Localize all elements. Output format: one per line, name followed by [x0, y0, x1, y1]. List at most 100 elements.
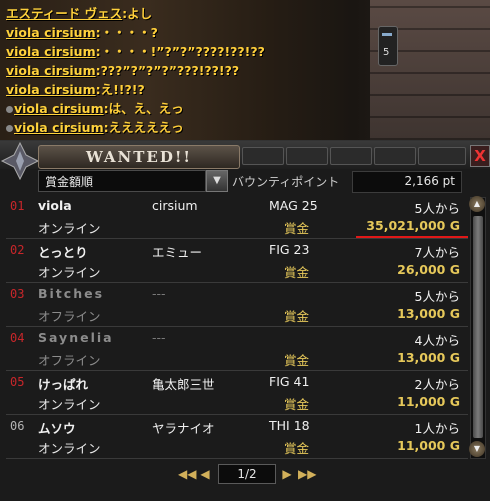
- chat-line: viola cirsium:は、え、えっ: [6, 99, 376, 118]
- chat-message: :・・・・!”?”?”????!??!??: [95, 44, 265, 59]
- bounty-amount: 13,000 G: [397, 350, 460, 365]
- player-guild: 亀太郎三世: [152, 377, 215, 392]
- prev-page-button[interactable]: ◀: [198, 466, 212, 482]
- player-class-level: FIG 23: [269, 242, 310, 257]
- chat-speaker-name[interactable]: viola cirsium: [14, 101, 104, 116]
- contributor-count: 7人から: [414, 245, 460, 260]
- chat-message: :・・・・?: [95, 25, 158, 40]
- chat-message: :え!!?!?: [95, 82, 145, 97]
- player-status: オンライン: [38, 221, 101, 236]
- chat-speaker-name[interactable]: エスティード ヴェス: [6, 6, 122, 21]
- player-name: Saynelia: [38, 330, 114, 345]
- bounty-label: 賞金: [284, 441, 310, 456]
- row-rank: 03: [10, 287, 25, 301]
- title-tab-4[interactable]: [374, 147, 416, 165]
- player-name: viola: [38, 198, 72, 213]
- bounty-amount: 11,000 G: [397, 438, 460, 453]
- player-class-level: THI 18: [269, 418, 310, 433]
- table-row[interactable]: 01 viola オンライン cirsium MAG 25 賞金 5人から 35,021,00…: [6, 194, 468, 239]
- chat-line: エスティード ヴェス:よし: [6, 4, 376, 23]
- next-page-button[interactable]: ▶: [280, 466, 294, 482]
- player-class-level: FIG 41: [269, 374, 310, 389]
- player-status: オフライン: [38, 353, 101, 368]
- window-title: WANTED!!: [38, 145, 240, 169]
- handle-bar-icon: [382, 33, 392, 36]
- bounty-points-value: 2,166 pt: [404, 174, 456, 188]
- chat-speaker-name[interactable]: viola cirsium: [6, 82, 96, 97]
- player-guild: cirsium: [152, 198, 198, 213]
- page-indicator: 1/2: [218, 464, 276, 484]
- bounty-amount: 35,021,000 G: [366, 218, 460, 233]
- sort-selected-value: 賞金額順: [45, 175, 94, 189]
- title-tab-3[interactable]: [330, 147, 372, 165]
- player-name: ムソウ: [38, 421, 76, 436]
- contributor-count: 2人から: [414, 377, 460, 392]
- bounty-points-box: 2,166 pt: [352, 171, 462, 193]
- player-name: Bitches: [38, 286, 105, 301]
- chat-line: viola cirsium:・・・・!”?”?”????!??!??: [6, 42, 376, 61]
- bounty-label: 賞金: [284, 221, 310, 236]
- pagination: ◀◀ ◀ 1/2 ▶ ▶▶: [178, 464, 316, 484]
- sort-dropdown[interactable]: 賞金額順: [38, 170, 206, 192]
- table-row[interactable]: 03 Bitches オフライン --- 賞金 5人から 13,000 G: [6, 282, 468, 327]
- chat-log: エスティード ヴェス:よし viola cirsium:・・・・? viola ci…: [6, 4, 376, 137]
- chat-speaker-name[interactable]: viola cirsium: [6, 25, 96, 40]
- table-row[interactable]: 05 けっぱれ オンライン 亀太郎三世 FIG 41 賞金 2人から 11,000 G: [6, 370, 468, 415]
- player-guild: ---: [152, 286, 166, 301]
- chat-bullet-icon: [6, 106, 13, 113]
- table-row[interactable]: 02 とっとり オンライン エミュー FIG 23 賞金 7人から 26,000 G: [6, 238, 468, 283]
- row-rank: 01: [10, 199, 25, 213]
- bounty-label: 賞金: [284, 265, 310, 280]
- player-guild: ヤラナイオ: [152, 421, 215, 436]
- player-guild: ---: [152, 330, 166, 345]
- chat-line: viola cirsium:え!!?!?: [6, 80, 376, 99]
- chat-speaker-name[interactable]: viola cirsium: [6, 63, 96, 78]
- title-tab-2[interactable]: [286, 147, 328, 165]
- bounty-amount: 11,000 G: [397, 394, 460, 409]
- row-rank: 04: [10, 331, 25, 345]
- player-name: とっとり: [38, 245, 88, 260]
- chat-line: viola cirsium:???”?”?”?”???!??!??: [6, 61, 376, 80]
- title-tab-5[interactable]: [418, 147, 466, 165]
- wanted-list: 01 viola オンライン cirsium MAG 25 賞金 5人から 35,021,00…: [6, 194, 468, 462]
- table-row[interactable]: 04 Saynelia オフライン --- 賞金 4人から 13,000 G: [6, 326, 468, 371]
- chat-line: viola cirsium:えええええっ: [6, 118, 376, 137]
- player-status: オフライン: [38, 309, 101, 324]
- side-panel-handle[interactable]: 5: [378, 26, 398, 66]
- table-row[interactable]: 06 ムソウ オンライン ヤラナイオ THI 18 賞金 1人から 11,000 G: [6, 414, 468, 459]
- bounty-label: 賞金: [284, 353, 310, 368]
- bounty-label: 賞金: [284, 397, 310, 412]
- row-rank: 05: [10, 375, 25, 389]
- chat-speaker-name[interactable]: viola cirsium: [6, 44, 96, 59]
- chat-line: viola cirsium:・・・・?: [6, 23, 376, 42]
- chat-bullet-icon: [6, 125, 13, 132]
- contributor-count: 5人から: [414, 289, 460, 304]
- player-guild: エミュー: [152, 245, 203, 260]
- bounty-points-label: バウンティポイント: [232, 175, 340, 189]
- player-status: オンライン: [38, 441, 101, 456]
- wanted-emblem-icon: [0, 141, 40, 181]
- scroll-up-icon[interactable]: ▲: [469, 196, 485, 212]
- scroll-down-icon[interactable]: ▼: [469, 441, 485, 457]
- game-scene-background: エスティード ヴェス:よし viola cirsium:・・・・? viola ci…: [0, 0, 490, 140]
- first-page-button[interactable]: ◀◀: [178, 466, 196, 482]
- bounty-amount: 13,000 G: [397, 306, 460, 321]
- wanted-window: WANTED!! X 賞金額順 ▼ バウンティポイント 2,166 pt 01 v…: [0, 140, 490, 501]
- player-status: オンライン: [38, 265, 101, 280]
- chevron-down-icon[interactable]: ▼: [206, 170, 228, 192]
- side-panel-number: 5: [383, 47, 390, 58]
- scrollbar-thumb[interactable]: [473, 216, 483, 438]
- title-tab-1[interactable]: [242, 147, 284, 165]
- row-rank: 06: [10, 419, 25, 433]
- brick-wall: [370, 0, 490, 140]
- player-class-level: MAG 25: [269, 198, 318, 213]
- chat-message: :???”?”?”?”???!??!??: [95, 63, 240, 78]
- chat-message: :よし: [122, 6, 153, 21]
- close-button[interactable]: X: [470, 145, 490, 167]
- chat-message: :は、え、えっ: [103, 101, 184, 116]
- chat-speaker-name[interactable]: viola cirsium: [14, 120, 104, 135]
- contributor-count: 5人から: [414, 201, 460, 216]
- contributor-count: 4人から: [414, 333, 460, 348]
- last-page-button[interactable]: ▶▶: [298, 466, 316, 482]
- chat-message: :えええええっ: [103, 120, 184, 135]
